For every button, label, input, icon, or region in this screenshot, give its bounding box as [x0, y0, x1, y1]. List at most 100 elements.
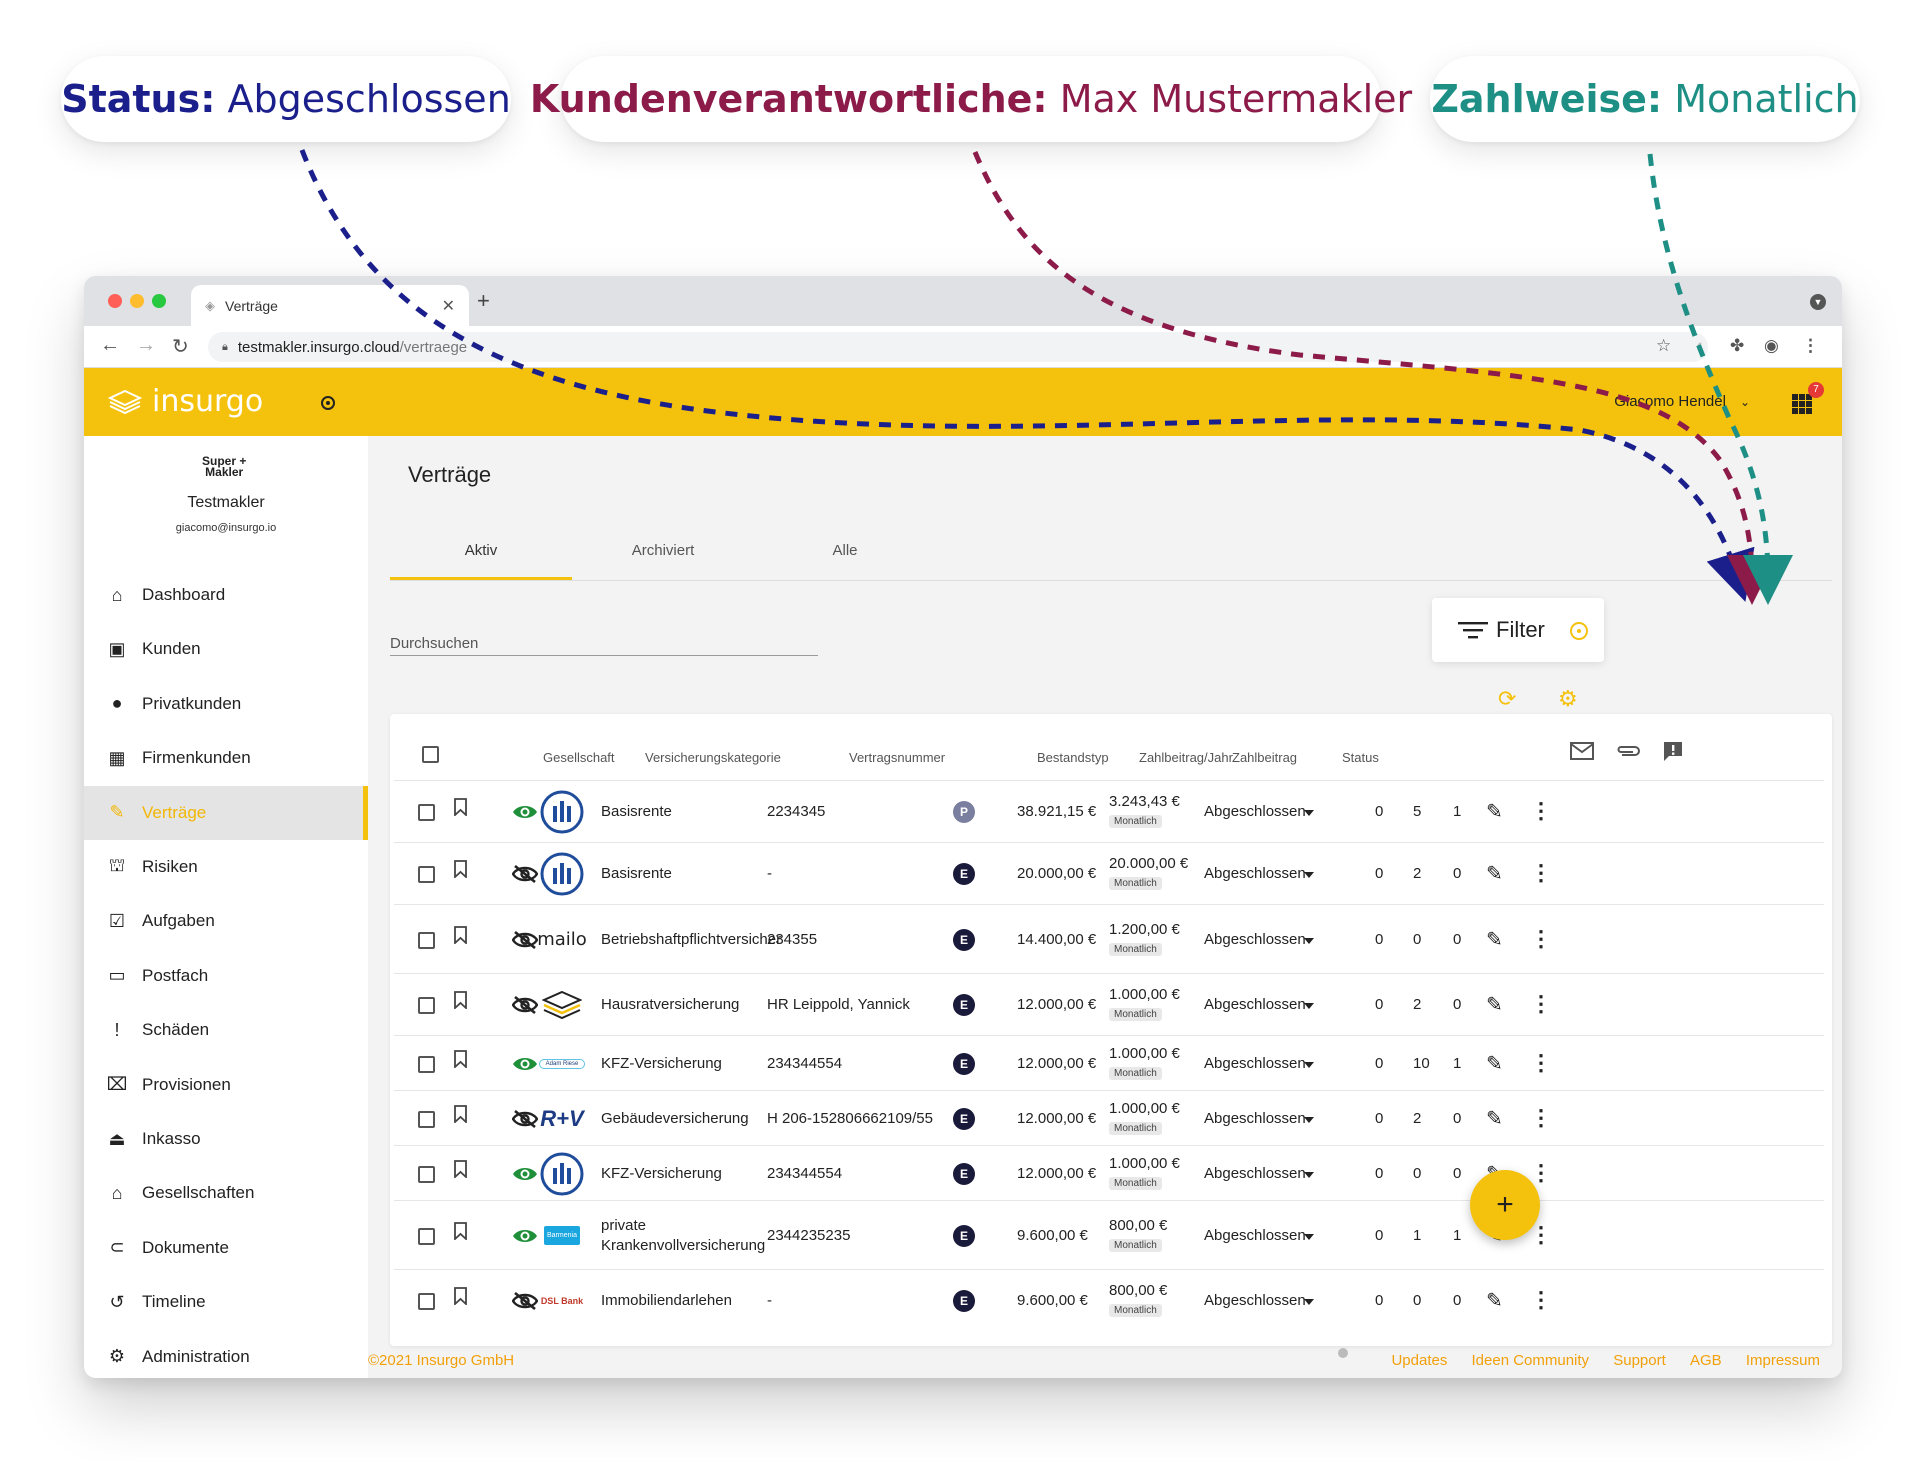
- row-checkbox[interactable]: [418, 997, 435, 1014]
- status-select[interactable]: Abgeschlossen: [1204, 931, 1306, 948]
- search-input[interactable]: [390, 624, 818, 656]
- tab-search-icon[interactable]: ▼: [1810, 294, 1826, 310]
- puzzle-icon[interactable]: ✤: [1730, 336, 1744, 356]
- more-options-icon[interactable]: ⋮: [1530, 991, 1552, 1017]
- row-checkbox[interactable]: [418, 1293, 435, 1310]
- table-row[interactable]: KFZ-Versicherung 234344554 E 12.000,00 € 1.0…: [394, 1145, 1824, 1200]
- row-checkbox[interactable]: [418, 1227, 435, 1245]
- settings-gear-icon[interactable]: ⚙: [1558, 686, 1578, 712]
- status-select[interactable]: Abgeschlossen: [1204, 1110, 1306, 1127]
- hidden-eye-icon[interactable]: [512, 996, 538, 1014]
- visible-eye-icon[interactable]: [512, 1227, 538, 1245]
- add-contract-button[interactable]: +: [1470, 1170, 1540, 1240]
- bookmark-icon[interactable]: [454, 1104, 467, 1123]
- footer-link-agb[interactable]: AGB: [1690, 1352, 1722, 1369]
- status-dropdown-icon[interactable]: [1304, 1116, 1314, 1123]
- more-options-icon[interactable]: ⋮: [1530, 1287, 1552, 1313]
- more-options-icon[interactable]: ⋮: [1530, 1105, 1552, 1131]
- hidden-eye-icon[interactable]: [512, 865, 538, 883]
- filter-button[interactable]: Filter: [1432, 598, 1604, 662]
- edit-icon[interactable]: ✎: [1486, 992, 1503, 1017]
- status-dropdown-icon[interactable]: [1304, 937, 1314, 944]
- bookmark-icon[interactable]: [454, 925, 467, 944]
- back-icon[interactable]: ←: [100, 334, 120, 357]
- record-icon[interactable]: [321, 396, 335, 410]
- visible-eye-icon[interactable]: [512, 1055, 538, 1073]
- table-row[interactable]: Barmenia private Krankenvollversicherung 23…: [394, 1200, 1824, 1269]
- col-bestandstyp[interactable]: Bestandstyp: [1037, 750, 1109, 765]
- visible-eye-icon[interactable]: [512, 1165, 538, 1183]
- bookmark-icon[interactable]: [454, 798, 467, 816]
- sidebar-item-firmenkunden[interactable]: ▦ Firmenkunden: [84, 731, 368, 785]
- edit-icon[interactable]: ✎: [1486, 1288, 1503, 1313]
- reload-icon[interactable]: ↻: [172, 334, 189, 359]
- row-checkbox[interactable]: [418, 804, 435, 821]
- footer-link-updates[interactable]: Updates: [1391, 1352, 1447, 1369]
- table-row[interactable]: Adam Riese KFZ-Versicherung 234344554 E 12.0…: [394, 1035, 1824, 1090]
- bookmark-icon[interactable]: [454, 1159, 467, 1178]
- edit-icon[interactable]: ✎: [1486, 1051, 1503, 1076]
- profile-avatar-icon[interactable]: ◉: [1764, 336, 1779, 356]
- sidebar-item-provisionen[interactable]: ⌧ Provisionen: [84, 1058, 368, 1112]
- more-options-icon[interactable]: ⋮: [1530, 798, 1552, 824]
- col-gesellschaft[interactable]: Gesellschaft: [543, 750, 615, 765]
- status-dropdown-icon[interactable]: [1304, 1171, 1314, 1178]
- status-select[interactable]: Abgeschlossen: [1204, 996, 1306, 1013]
- row-checkbox[interactable]: [418, 1110, 435, 1128]
- sidebar-item-kunden[interactable]: ▣ Kunden: [84, 622, 368, 676]
- edit-icon[interactable]: ✎: [1486, 1106, 1503, 1131]
- browser-menu-icon[interactable]: ⋮: [1802, 336, 1819, 356]
- table-row[interactable]: Basisrente - E 20.000,00 € 20.000,00 € Monatl…: [394, 842, 1824, 904]
- sidebar-item-inkasso[interactable]: ⏏ Inkasso: [84, 1112, 368, 1166]
- status-select[interactable]: Abgeschlossen: [1204, 1165, 1306, 1182]
- status-dropdown-icon[interactable]: [1304, 810, 1314, 816]
- tab-aktiv[interactable]: Aktiv: [390, 542, 572, 559]
- edit-icon[interactable]: ✎: [1486, 799, 1503, 824]
- maximize-window-dot[interactable]: [152, 294, 166, 308]
- sidebar-item-gesellschaften[interactable]: ⌂ Gesellschaften: [84, 1166, 368, 1220]
- status-select[interactable]: Abgeschlossen: [1204, 803, 1306, 820]
- bookmark-icon[interactable]: [454, 991, 467, 1009]
- table-row[interactable]: R+V Gebäudeversicherung H 206-152806662109…: [394, 1090, 1824, 1145]
- app-logo[interactable]: insurgo: [108, 384, 263, 419]
- hidden-eye-icon[interactable]: [512, 1109, 538, 1128]
- sidebar-item-aufgaben[interactable]: ☑ Aufgaben: [84, 894, 368, 948]
- col-status[interactable]: Status: [1342, 750, 1379, 765]
- bookmark-icon[interactable]: [454, 1049, 467, 1068]
- sidebar-item-risiken[interactable]: ⛫ Risiken: [84, 840, 368, 894]
- row-checkbox[interactable]: [418, 1165, 435, 1183]
- footer-link-impressum[interactable]: Impressum: [1746, 1352, 1820, 1369]
- table-row[interactable]: Hausratversicherung HR Leippold, Yannick E…: [394, 973, 1824, 1035]
- sidebar-item-privatkunden[interactable]: ● Privatkunden: [84, 677, 368, 731]
- sidebar-item-schaeden[interactable]: ! Schäden: [84, 1003, 368, 1057]
- close-window-dot[interactable]: [108, 294, 122, 308]
- bookmark-icon[interactable]: [454, 860, 467, 878]
- col-zahlbeitrag-jahr[interactable]: Zahlbeitrag/Jahr: [1139, 750, 1233, 765]
- bookmark-star-icon[interactable]: ☆: [1656, 336, 1671, 356]
- refresh-icon[interactable]: ⟳: [1498, 686, 1516, 712]
- select-all-checkbox[interactable]: [422, 746, 439, 763]
- edit-icon[interactable]: ✎: [1486, 927, 1503, 952]
- bookmark-icon[interactable]: [454, 1287, 467, 1305]
- sidebar-item-postfach[interactable]: ▭ Postfach: [84, 949, 368, 1003]
- sidebar-item-dokumente[interactable]: ⊂ Dokumente: [84, 1221, 368, 1275]
- sidebar-item-dashboard[interactable]: ⌂ Dashboard: [84, 568, 368, 622]
- col-zahlbeitrag[interactable]: Zahlbeitrag: [1232, 750, 1297, 765]
- status-select[interactable]: Abgeschlossen: [1204, 1227, 1306, 1244]
- hidden-eye-icon[interactable]: [512, 930, 538, 949]
- new-tab-icon[interactable]: +: [477, 288, 490, 314]
- more-options-icon[interactable]: ⋮: [1530, 926, 1552, 952]
- status-dropdown-icon[interactable]: [1304, 1299, 1314, 1305]
- more-options-icon[interactable]: ⋮: [1530, 1050, 1552, 1076]
- sidebar-item-vertraege[interactable]: ✎ Verträge: [84, 785, 368, 840]
- bookmark-icon[interactable]: [454, 1221, 467, 1240]
- visible-eye-icon[interactable]: [512, 803, 538, 821]
- tab-close-icon[interactable]: ✕: [442, 296, 455, 316]
- table-row[interactable]: DSL Bank Immobiliendarlehen - E 9.600,00 € 80…: [394, 1269, 1824, 1331]
- tab-alle[interactable]: Alle: [754, 542, 936, 559]
- minimize-window-dot[interactable]: [130, 294, 144, 308]
- status-select[interactable]: Abgeschlossen: [1204, 1292, 1306, 1309]
- extension-icon[interactable]: ◐: [1696, 336, 1706, 356]
- row-checkbox[interactable]: [418, 1055, 435, 1073]
- apps-grid-icon[interactable]: [1792, 394, 1812, 414]
